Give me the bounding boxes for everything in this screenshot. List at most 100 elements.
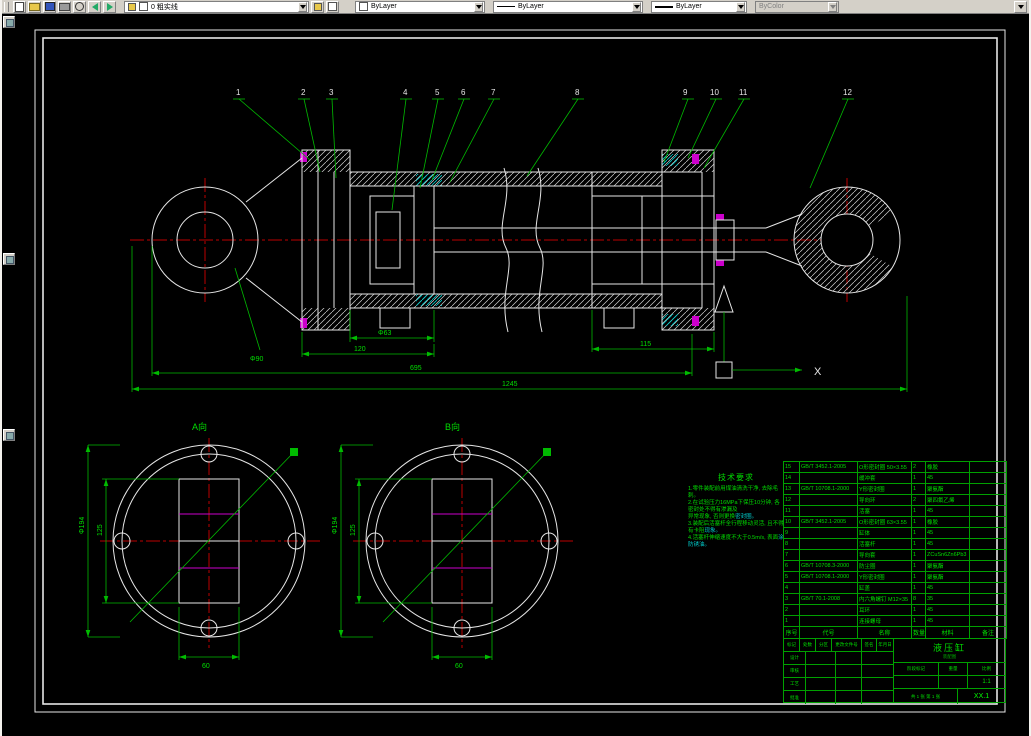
- sign-blank: [862, 678, 893, 690]
- bom-cell: [969, 461, 1007, 473]
- bom-cell: O形密封圈 50×3.55: [857, 461, 912, 473]
- bom-cell: 缓冲套: [857, 472, 912, 484]
- layer-prev-icon[interactable]: [326, 0, 339, 13]
- toolbar-grip[interactable]: [4, 1, 9, 12]
- dim-text: 125: [350, 524, 357, 536]
- chevron-down-icon[interactable]: [474, 1, 483, 12]
- sign-blank: [806, 691, 836, 704]
- tech-line: 3.装配后活塞杆全行程移动灵活, 且不得有卡阻现象。: [688, 521, 784, 535]
- sign-blank: [806, 665, 836, 677]
- bom-cell: [799, 604, 858, 616]
- bom-cell: 14: [783, 472, 800, 484]
- view-a: [85, 444, 306, 660]
- bom-row: 9 缸体 1 45: [783, 527, 1007, 539]
- dimension-texts: Φ63 120 115 695 1245 Φ90: [250, 330, 651, 388]
- bom-header-cell: 备注: [969, 626, 1007, 639]
- bom-cell: 3: [783, 593, 800, 605]
- undo-icon[interactable]: [88, 0, 101, 13]
- linetype-combo[interactable]: ByLayer: [493, 0, 643, 13]
- print-icon[interactable]: [58, 0, 71, 13]
- bom-row: 15 GB/T 3452.1-2005 O形密封圈 50×3.55 2 橡胶: [783, 461, 1007, 473]
- bom-cell: [799, 472, 858, 484]
- bom-cell: 45: [925, 527, 970, 539]
- coordinate-symbol: X: [714, 284, 822, 379]
- bom-cell: 1: [911, 483, 926, 495]
- layers-dialog-icon[interactable]: [311, 0, 324, 13]
- preview-icon[interactable]: [73, 0, 86, 13]
- bom-cell: [799, 582, 858, 594]
- bom-cell: 6: [783, 560, 800, 572]
- bom-header-cell: 代号: [799, 626, 858, 639]
- tech-line: 2.在试验压力16MPa下保压10分钟, 各密封处不得有渗漏及: [688, 500, 784, 514]
- bom-cell: [799, 505, 858, 517]
- bom-body: 15 GB/T 3452.1-2005 O形密封圈 50×3.55 2 橡胶 14 缓冲套 1…: [783, 461, 1007, 627]
- plotstyle-combo-value: ByColor: [759, 3, 784, 10]
- parts-table: 15 GB/T 3452.1-2005 O形密封圈 50×3.55 2 橡胶 14 缓冲套 1…: [783, 461, 1007, 639]
- bom-cell: 1: [783, 615, 800, 627]
- bom-cell: [969, 538, 1007, 550]
- bom-cell: 1: [911, 538, 926, 550]
- dim-text: Φ194: [332, 517, 339, 534]
- stage-values-row: 1:1: [894, 676, 1005, 689]
- bom-cell: 缸体: [857, 527, 912, 539]
- title-block-left: 标记 处数 分区 更改文件号 签名 年月日 设计 审核 工艺 批准: [784, 639, 894, 704]
- docked-toolbar-grip[interactable]: [3, 253, 15, 265]
- bom-cell: 防尘圈: [857, 560, 912, 572]
- docked-toolbar-grip[interactable]: [3, 429, 15, 441]
- tech-title: 技术要求: [718, 473, 754, 482]
- sign-blank: [836, 691, 862, 704]
- sign-blank: [862, 652, 893, 664]
- sign-blank: [836, 665, 862, 677]
- open-file-icon[interactable]: [28, 0, 41, 13]
- plotstyle-combo: ByColor: [755, 0, 839, 13]
- weight-value: [939, 676, 968, 688]
- bom-cell: [799, 538, 858, 550]
- bom-cell: O形密封圈 63×3.55: [857, 516, 912, 528]
- bom-cell: 橡胶: [925, 461, 970, 473]
- rev-label: 签名: [862, 639, 877, 651]
- callout-number: 12: [843, 88, 852, 97]
- bom-cell: GB/T 3452.1-2005: [799, 516, 858, 528]
- tech-text: 2.在试验压力16MPa下保压10分钟, 各密封处不得有渗漏及: [688, 500, 780, 513]
- sign-blank: [862, 691, 893, 704]
- docked-toolbar-grip[interactable]: [3, 16, 15, 28]
- bom-cell: 橡胶: [925, 516, 970, 528]
- color-combo[interactable]: ByLayer: [355, 0, 485, 13]
- tech-accent: 密封圈。: [735, 514, 758, 520]
- rev-label: 标记: [784, 639, 800, 651]
- bom-cell: 1: [911, 472, 926, 484]
- bom-row: 7 导向套 1 ZCuSn6Zn6Pb3: [783, 549, 1007, 561]
- bom-cell: 聚氨酯: [925, 483, 970, 495]
- callout-number: 9: [683, 88, 688, 97]
- redo-icon[interactable]: [103, 0, 116, 13]
- bom-cell: [799, 527, 858, 539]
- layer-color-chip: [139, 2, 148, 11]
- chevron-down-icon[interactable]: [736, 1, 745, 12]
- layer-combo[interactable]: 0 粗实线: [124, 0, 309, 13]
- lineweight-combo[interactable]: ByLayer: [651, 0, 747, 13]
- tech-text: 4.活塞杆伸缩速度不大于0.5m/s, 表面: [688, 535, 779, 541]
- stage-labels-row: 阶段标记 重量 比例: [894, 663, 1005, 676]
- bom-cell: 1: [911, 560, 926, 572]
- bom-cell: [969, 505, 1007, 517]
- save-icon[interactable]: [43, 0, 56, 13]
- chevron-down-icon[interactable]: [298, 1, 307, 12]
- bom-cell: 1: [911, 615, 926, 627]
- bom-row: 12 导向环 2 聚四氟乙烯: [783, 494, 1007, 506]
- bom-cell: [969, 527, 1007, 539]
- bom-cell: [799, 549, 858, 561]
- bom-cell: 1: [911, 549, 926, 561]
- tech-line: 4.活塞杆伸缩速度不大于0.5m/s, 表面涂防锈油。: [688, 535, 784, 549]
- bom-cell: 连接螺母: [857, 615, 912, 627]
- lineweight-combo-value: ByLayer: [676, 3, 702, 10]
- new-file-icon[interactable]: [13, 0, 26, 13]
- linetype-combo-value: ByLayer: [518, 3, 544, 10]
- sign-blank: [836, 678, 862, 690]
- bom-cell: 11: [783, 505, 800, 517]
- toolbar-overflow-icon[interactable]: [1014, 0, 1027, 13]
- bom-cell: 1: [911, 516, 926, 528]
- bom-cell: 45: [925, 582, 970, 594]
- tech-accent: 现象。: [704, 528, 722, 534]
- chevron-down-icon[interactable]: [632, 1, 641, 12]
- bom-cell: [969, 582, 1007, 594]
